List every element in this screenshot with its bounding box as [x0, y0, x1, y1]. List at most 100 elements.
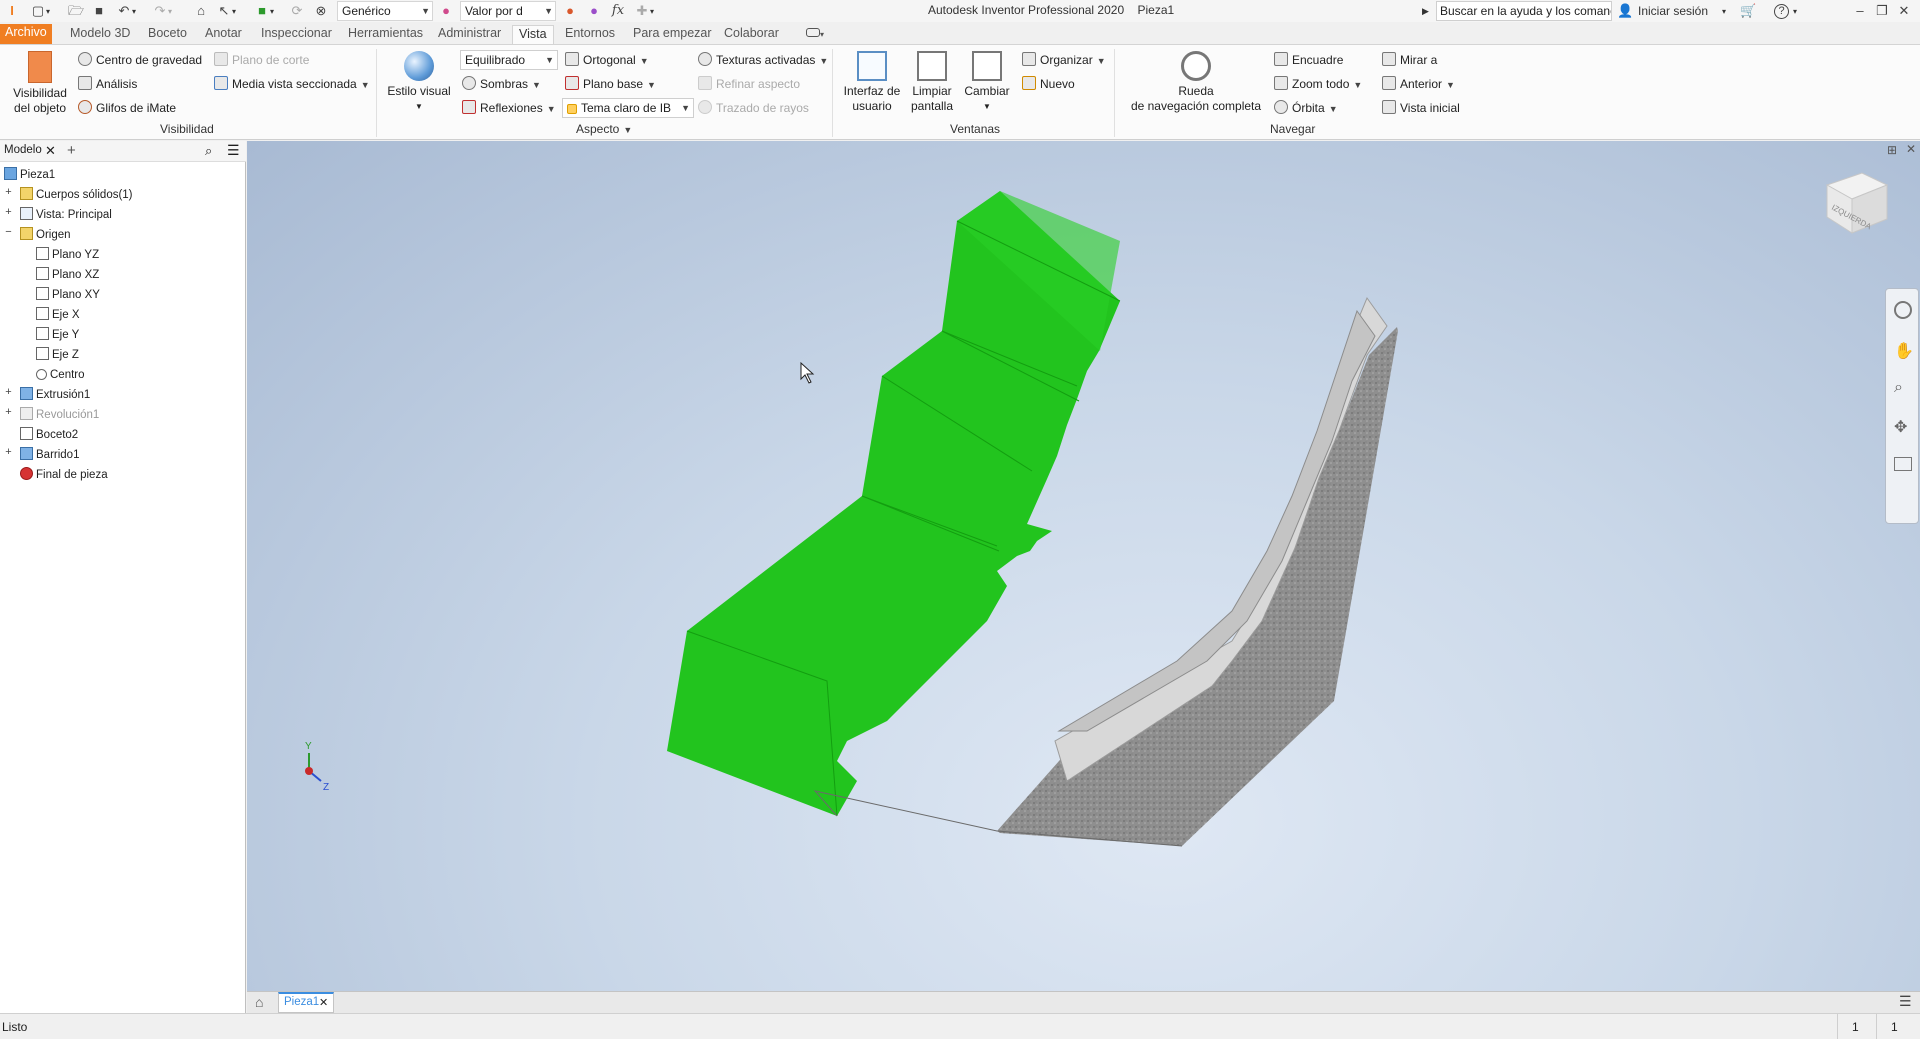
home-tab-icon[interactable]: ⌂ [255, 994, 263, 1010]
tree-item-plane-xz[interactable]: Plano XZ [36, 266, 99, 284]
steering-wheel-icon[interactable] [1894, 301, 1912, 319]
home-icon[interactable]: ⌂ [193, 2, 209, 20]
user-interface-button[interactable]: Interfaz de usuario [840, 51, 904, 114]
look-at-button[interactable]: Mirar a [1382, 52, 1437, 67]
tab-herramientas[interactable]: Herramientas [342, 25, 429, 44]
orbit-icon[interactable]: ✥ [1894, 417, 1907, 437]
search-icon[interactable]: ⌕ [205, 143, 212, 159]
half-section-view-button[interactable]: Media vista seccionada ▼ [214, 76, 370, 91]
section-plane-button[interactable]: Plano de corte [214, 52, 309, 67]
cart-icon[interactable]: 🛒 [1740, 2, 1756, 20]
search-expand-icon[interactable]: ▶ [1422, 2, 1429, 20]
ground-plane-button[interactable]: Plano base ▼ [565, 76, 656, 91]
switch-window-button[interactable]: Cambiar ▼ [962, 51, 1012, 114]
save-icon[interactable]: ■ [91, 2, 107, 20]
zoom-all-button[interactable]: Zoom todo ▼ [1274, 76, 1362, 91]
doc-menu-icon[interactable]: ☰ [1899, 993, 1912, 1010]
tree-item-plane-yz[interactable]: Plano YZ [36, 246, 99, 264]
add-icon[interactable]: ✚ ▾ [634, 2, 654, 20]
menu-icon[interactable]: ☰ [227, 142, 240, 159]
tree-item-revolve1[interactable]: Revolución1 [20, 406, 99, 424]
tab-archivo[interactable]: Archivo [0, 24, 52, 44]
tree-item-origin[interactable]: Origen [20, 226, 71, 244]
user-icon[interactable]: 👤 [1617, 2, 1633, 20]
refine-appearance-button[interactable]: Refinar aspecto [698, 76, 800, 91]
close-window-icon[interactable]: ✕ [1896, 2, 1912, 20]
maximize-view-icon[interactable]: ⊞ [1887, 143, 1897, 157]
clean-screen-button[interactable]: Limpiar pantalla [908, 51, 956, 114]
tree-item-sketch2[interactable]: Boceto2 [20, 426, 78, 444]
tree-item-plane-xy[interactable]: Plano XY [36, 286, 100, 304]
tree-item-axis-z[interactable]: Eje Z [36, 346, 79, 364]
clear-appearance-icon[interactable]: ● [562, 2, 578, 20]
tab-anotar[interactable]: Anotar [199, 25, 248, 44]
new-window-button[interactable]: Nuevo [1022, 76, 1075, 91]
tree-item-end-of-part[interactable]: Final de pieza [20, 466, 108, 484]
arrange-button[interactable]: Organizar ▼ [1022, 52, 1106, 67]
pan-hand-icon[interactable]: ✋ [1894, 341, 1914, 361]
tree-item-part[interactable]: Pieza1 [4, 166, 55, 184]
analysis-button[interactable]: Análisis [78, 76, 137, 91]
doc-tab-pieza1[interactable]: Pieza1 ✕ [278, 992, 334, 1013]
tab-entornos[interactable]: Entornos [559, 25, 621, 44]
tab-inspeccionar[interactable]: Inspeccionar [255, 25, 338, 44]
textures-button[interactable]: Texturas activadas ▼ [698, 52, 828, 67]
collapse-icon[interactable]: − [4, 226, 13, 238]
tab-para-empezar[interactable]: Para empezar [627, 25, 718, 44]
new-file-icon[interactable]: ▢ ▾ [30, 2, 50, 20]
close-doc-tab-icon[interactable]: ✕ [319, 996, 328, 1009]
shadows-button[interactable]: Sombras ▼ [462, 76, 541, 91]
expand-icon[interactable]: + [4, 446, 13, 458]
panel-aspecto-label[interactable]: Aspecto ▼ [576, 122, 632, 136]
visual-style-button[interactable]: Estilo visual ▼ [384, 51, 454, 114]
tab-administrar[interactable]: Administrar [432, 25, 507, 44]
graphics-window[interactable]: Y Z IZQUIERDA ✋ ⌕ ✥ ⊞ ✕ [247, 141, 1920, 991]
tab-colaborar[interactable]: Colaborar [718, 25, 785, 44]
help-icon[interactable]: ? ▾ [1774, 2, 1797, 20]
undo-icon[interactable]: ↶ ▾ [116, 2, 136, 20]
parameters-icon[interactable]: fx [610, 2, 626, 20]
zoom-icon[interactable]: ⌕ [1894, 379, 1903, 397]
close-view-icon[interactable]: ✕ [1906, 142, 1916, 156]
tree-item-sweep1[interactable]: Barrido1 [20, 446, 79, 464]
close-browser-tab-icon[interactable]: ✕ [45, 143, 56, 159]
reflections-button[interactable]: Reflexiones ▼ [462, 100, 556, 115]
appearance-icon[interactable]: ● [438, 2, 454, 20]
material-icon[interactable]: ⊗ [313, 2, 329, 20]
update-icon[interactable]: ■ ▾ [254, 2, 274, 20]
expand-icon[interactable]: + [4, 386, 13, 398]
home-view-button[interactable]: Vista inicial [1382, 100, 1460, 115]
select-icon[interactable]: ↖ ▾ [216, 2, 236, 20]
steering-wheel-button[interactable]: Rueda de navegación completa [1124, 51, 1268, 114]
look-at-icon[interactable] [1894, 457, 1912, 471]
orbit-button[interactable]: Órbita ▼ [1274, 100, 1338, 115]
expand-icon[interactable]: + [4, 406, 13, 418]
appearance-select[interactable]: Valor por d ▼ [460, 1, 556, 21]
minimize-icon[interactable]: – [1852, 2, 1868, 20]
material-select[interactable]: Genérico ▼ [337, 1, 433, 21]
help-search-input[interactable]: Buscar en la ayuda y los comanc [1436, 1, 1612, 21]
tree-item-axis-x[interactable]: Eje X [36, 306, 80, 324]
tab-vista[interactable]: Vista [512, 25, 554, 44]
ribbon-display-toggle[interactable]: ▾ [800, 25, 830, 44]
expand-icon[interactable]: + [4, 206, 13, 218]
tree-item-solid-bodies[interactable]: Cuerpos sólidos(1) [20, 186, 133, 204]
signin-dropdown-icon[interactable]: ▾ [1722, 2, 1726, 20]
tree-item-center-point[interactable]: Centro [36, 366, 85, 384]
adjust-appearance-icon[interactable]: ● [586, 2, 602, 20]
pan-button[interactable]: Encuadre [1274, 52, 1343, 67]
object-visibility-button[interactable]: Visibilidad del objeto [8, 51, 72, 116]
ray-tracing-button[interactable]: Trazado de rayos [698, 100, 809, 115]
previous-view-button[interactable]: Anterior ▼ [1382, 76, 1455, 91]
add-browser-tab-icon[interactable]: + [67, 142, 76, 159]
tab-boceto[interactable]: Boceto [142, 25, 193, 44]
redo-icon[interactable]: ↷ ▾ [152, 2, 172, 20]
inventor-logo-icon[interactable]: I [4, 2, 20, 20]
rebuild-icon[interactable]: ⟳ [289, 2, 305, 20]
center-of-gravity-button[interactable]: Centro de gravedad [78, 52, 202, 67]
balance-select[interactable]: Equilibrado ▼ [460, 50, 558, 70]
tab-modelo-3d[interactable]: Modelo 3D [64, 25, 136, 44]
tree-item-extrusion1[interactable]: Extrusión1 [20, 386, 90, 404]
signin-link[interactable]: Iniciar sesión [1638, 2, 1708, 20]
tree-item-view[interactable]: Vista: Principal [20, 206, 112, 224]
